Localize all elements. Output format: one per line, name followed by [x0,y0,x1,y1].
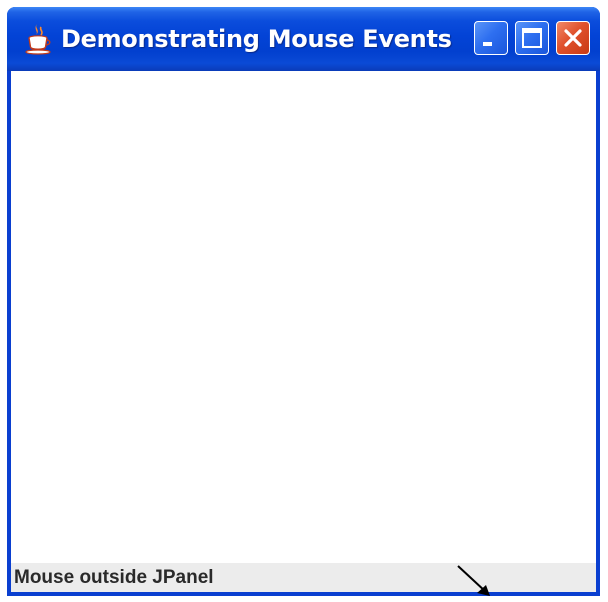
status-label: Mouse outside JPanel [14,567,214,588]
client-area: Mouse outside JPanel [11,71,596,592]
mouse-panel[interactable] [11,71,596,562]
minimize-button[interactable] [474,21,508,55]
title-bar[interactable]: Demonstrating Mouse Events [7,7,600,71]
minimize-icon [483,42,492,46]
close-icon [564,29,582,47]
maximize-icon [522,28,542,48]
close-button[interactable] [556,21,590,55]
maximize-button[interactable] [515,21,549,55]
application-window: Demonstrating Mouse Events Mouse outside… [7,7,600,596]
java-coffee-cup-icon [25,24,51,55]
status-bar: Mouse outside JPanel [11,563,596,592]
window-title: Demonstrating Mouse Events [61,25,452,53]
arrow-pointer-icon [457,565,490,596]
